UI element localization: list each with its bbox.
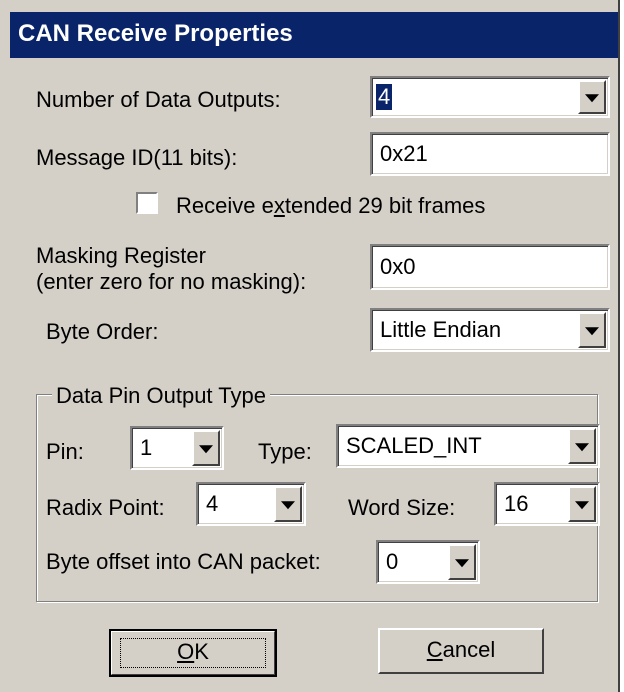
chevron-down-icon	[455, 559, 469, 568]
radix-point-dropdown[interactable]: 4	[196, 482, 306, 526]
word-size-dropdown-button[interactable]	[568, 486, 596, 522]
can-receive-properties-dialog: CAN Receive Properties Number of Data Ou…	[0, 0, 620, 692]
cancel-label-rest: ancel	[442, 637, 496, 662]
radix-point-label: Radix Point:	[46, 495, 165, 520]
extended-frames-label-end: tended 29 bit frames	[284, 193, 486, 218]
num-outputs-label: Number of Data Outputs:	[36, 87, 281, 112]
extended-frames-accelerator: x	[273, 193, 285, 218]
num-outputs-dropdown-button[interactable]	[578, 80, 606, 114]
pin-dropdown[interactable]: 1	[130, 426, 224, 470]
window-title: CAN Receive Properties	[18, 20, 293, 47]
pin-dropdown-button[interactable]	[192, 430, 220, 466]
byte-order-dropdown[interactable]: Little Endian	[370, 308, 610, 352]
byte-offset-label: Byte offset into CAN packet:	[46, 549, 321, 574]
message-id-input[interactable]: 0x21	[370, 132, 610, 176]
chevron-down-icon	[199, 445, 213, 454]
type-dropdown-button[interactable]	[568, 428, 596, 464]
group-legend: Data Pin Output Type	[52, 384, 270, 408]
cancel-accelerator: C	[426, 637, 443, 662]
chevron-down-icon	[575, 501, 589, 510]
chevron-down-icon	[575, 443, 589, 452]
byte-offset-value: 0	[386, 549, 399, 574]
focus-rectangle	[120, 638, 266, 668]
byte-offset-dropdown-button[interactable]	[448, 544, 476, 580]
word-size-value: 16	[504, 491, 529, 516]
pin-value: 1	[140, 435, 153, 460]
word-size-label: Word Size:	[348, 495, 456, 520]
message-id-label: Message ID(11 bits):	[36, 145, 238, 170]
cancel-button[interactable]: Cancel	[378, 628, 544, 674]
radix-point-dropdown-button[interactable]	[274, 486, 302, 522]
num-outputs-value: 4	[376, 84, 393, 110]
masking-register-value: 0x0	[380, 254, 416, 279]
byte-order-label: Byte Order:	[46, 319, 159, 344]
masking-label-line1: Masking Register	[36, 243, 206, 268]
byte-order-dropdown-button[interactable]	[578, 312, 606, 348]
byte-offset-dropdown[interactable]: 0	[376, 540, 480, 584]
type-value: SCALED_INT	[346, 433, 482, 458]
message-id-value: 0x21	[380, 141, 428, 166]
ok-button[interactable]: OK	[109, 629, 277, 677]
radix-point-value: 4	[206, 491, 219, 516]
extended-frames-checkbox[interactable]	[136, 192, 158, 214]
masking-label-line2: (enter zero for no masking):	[36, 269, 307, 294]
chevron-down-icon	[585, 327, 599, 336]
type-label: Type:	[258, 439, 312, 464]
title-bar[interactable]: CAN Receive Properties	[10, 12, 618, 58]
byte-order-value: Little Endian	[380, 317, 502, 342]
type-dropdown[interactable]: SCALED_INT	[336, 424, 600, 468]
chevron-down-icon	[281, 501, 295, 510]
masking-register-input[interactable]: 0x0	[370, 244, 610, 290]
chevron-down-icon	[585, 94, 599, 103]
word-size-dropdown[interactable]: 16	[494, 482, 600, 526]
extended-frames-label[interactable]: Receive extended 29 bit frames	[176, 194, 485, 218]
extended-frames-label-start: Receive e	[176, 193, 274, 218]
num-outputs-dropdown[interactable]: 4	[370, 76, 610, 118]
pin-label: Pin:	[46, 439, 84, 464]
